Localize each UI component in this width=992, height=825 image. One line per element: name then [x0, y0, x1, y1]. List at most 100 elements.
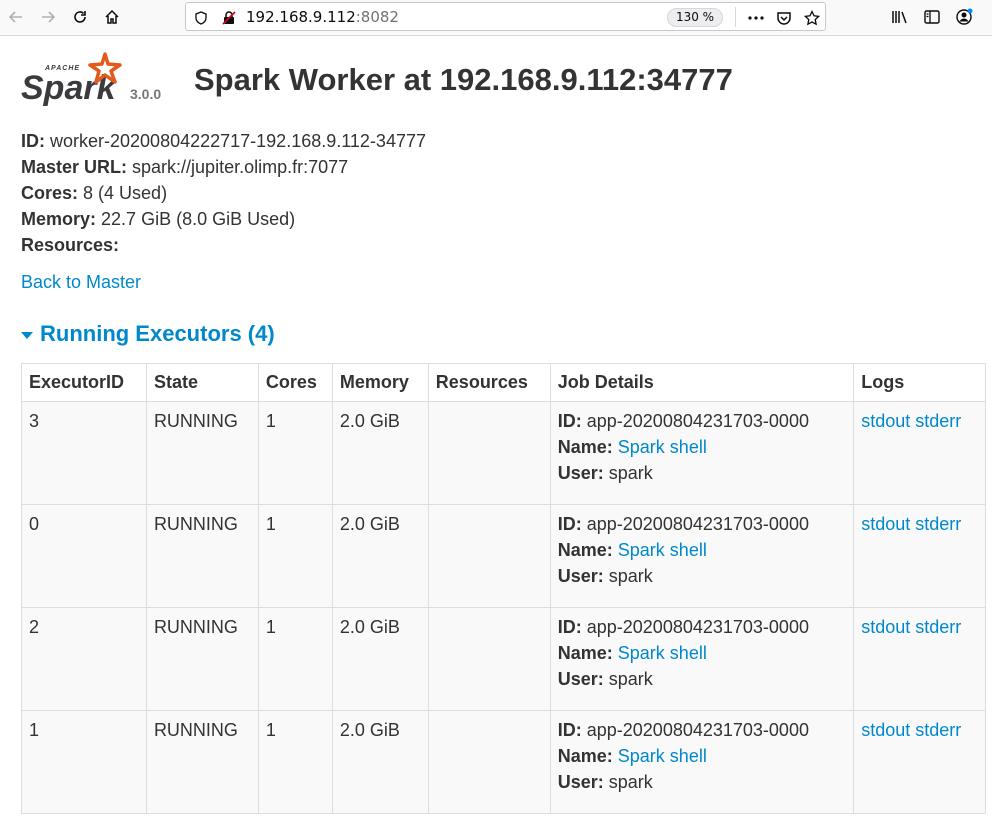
forward-icon[interactable] — [36, 5, 60, 29]
stderr-link[interactable]: stderr — [915, 617, 961, 637]
job-app-id: app-20200804231703-0000 — [586, 411, 809, 431]
column-header-memory[interactable]: Memory — [331, 363, 429, 402]
memory-label: Memory: — [21, 209, 97, 229]
executors-table-body: 3 RUNNING 1 2.0 GiB ID: app-20200804231703-0… — [21, 401, 986, 814]
job-app-id: app-20200804231703-0000 — [586, 720, 809, 740]
job-name-label: Name: — [557, 643, 613, 663]
app-name-link[interactable]: Spark shell — [618, 643, 707, 663]
job-name-line: Name: Spark shell — [558, 434, 846, 460]
worker-id-value: worker-20200804222717-192.168.9.112-3477… — [50, 131, 426, 151]
job-user-label: User: — [557, 463, 604, 483]
job-user-value: spark — [608, 463, 653, 483]
stderr-link[interactable]: stderr — [915, 411, 961, 431]
job-details-cell: ID: app-20200804231703-0000 Name: Spark s… — [549, 607, 855, 711]
table-row: 0 RUNNING 1 2.0 GiB ID: app-20200804231703-0… — [21, 504, 986, 608]
cores-cell: 1 — [257, 710, 333, 814]
memory-row: Memory: 22.7 GiB (8.0 GiB Used) — [21, 206, 426, 232]
running-executors-toggle[interactable]: Running Executors (4) — [21, 321, 275, 347]
job-user-label: User: — [557, 669, 604, 689]
master-url-value: spark://jupiter.olimp.fr:7077 — [132, 157, 349, 177]
resources-cell — [427, 607, 551, 711]
job-name-line: Name: Spark shell — [558, 743, 846, 769]
job-user-line: User: spark — [558, 460, 846, 486]
executor-id-cell: 2 — [21, 607, 147, 711]
executor-id-cell: 3 — [21, 401, 147, 505]
running-executors-heading: Running Executors (4) — [40, 321, 275, 346]
app-name-link[interactable]: Spark shell — [618, 540, 707, 560]
column-header-resources[interactable]: Resources — [427, 363, 551, 402]
spark-version: 3.0.0 — [130, 86, 162, 102]
cores-cell: 1 — [257, 607, 333, 711]
memory-cell: 2.0 GiB — [331, 710, 429, 814]
bookmark-star-icon[interactable] — [803, 9, 821, 27]
shield-icon[interactable] — [192, 9, 210, 27]
memory-cell: 2.0 GiB — [331, 607, 429, 711]
logs-cell: stdout stderr — [853, 504, 986, 608]
home-icon[interactable] — [100, 5, 124, 29]
stderr-link[interactable]: stderr — [915, 514, 961, 534]
job-name-label: Name: — [557, 540, 613, 560]
job-id-label: ID: — [557, 720, 582, 740]
job-details-cell: ID: app-20200804231703-0000 Name: Spark s… — [549, 710, 855, 814]
insecure-lock-icon[interactable] — [220, 9, 238, 27]
memory-cell: 2.0 GiB — [331, 504, 429, 608]
spark-logo[interactable]: APACHE Spark — [21, 52, 125, 107]
reload-icon[interactable] — [68, 5, 92, 29]
resources-label: Resources: — [21, 235, 120, 255]
stderr-link[interactable]: stderr — [915, 720, 961, 740]
back-to-master-link[interactable]: Back to Master — [21, 272, 141, 293]
column-header-cores[interactable]: Cores — [257, 363, 333, 402]
column-header-state[interactable]: State — [145, 363, 259, 402]
account-icon[interactable] — [952, 5, 976, 29]
library-icon[interactable] — [888, 5, 912, 29]
back-icon[interactable] — [4, 5, 28, 29]
browser-toolbar: 192.168.9.112:8082 130 % — [0, 0, 992, 36]
page-title: Spark Worker at 192.168.9.112:34777 — [194, 62, 733, 97]
app-name-link[interactable]: Spark shell — [618, 746, 707, 766]
master-url-row: Master URL: spark://jupiter.olimp.fr:707… — [21, 154, 426, 180]
executor-id-cell: 0 — [21, 504, 147, 608]
job-details-cell: ID: app-20200804231703-0000 Name: Spark s… — [549, 504, 855, 608]
resources-cell — [427, 401, 551, 505]
url-text[interactable]: 192.168.9.112:8082 — [246, 8, 399, 26]
job-app-id: app-20200804231703-0000 — [586, 514, 809, 534]
job-name-line: Name: Spark shell — [558, 640, 846, 666]
stdout-link[interactable]: stdout — [861, 411, 910, 431]
job-user-label: User: — [557, 566, 604, 586]
job-id-label: ID: — [557, 411, 582, 431]
job-name-label: Name: — [557, 746, 613, 766]
cores-cell: 1 — [257, 504, 333, 608]
memory-cell: 2.0 GiB — [331, 401, 429, 505]
logs-cell: stdout stderr — [853, 401, 986, 505]
logs-cell: stdout stderr — [853, 607, 986, 711]
executor-id-cell: 1 — [21, 710, 147, 814]
column-header-job-details[interactable]: Job Details — [549, 363, 855, 402]
cores-row: Cores: 8 (4 Used) — [21, 180, 426, 206]
zoom-badge[interactable]: 130 % — [667, 8, 723, 27]
table-row: 3 RUNNING 1 2.0 GiB ID: app-20200804231703-0… — [21, 401, 986, 505]
url-host: 192.168.9.112 — [246, 8, 356, 26]
stdout-link[interactable]: stdout — [861, 617, 910, 637]
resources-cell — [427, 504, 551, 608]
job-id-line: ID: app-20200804231703-0000 — [558, 511, 846, 537]
more-actions-icon[interactable] — [747, 9, 765, 27]
column-header-executor-id[interactable]: ExecutorID — [21, 363, 147, 402]
resources-row: Resources: — [21, 232, 426, 258]
table-row: 2 RUNNING 1 2.0 GiB ID: app-20200804231703-0… — [21, 607, 986, 711]
url-bar[interactable]: 192.168.9.112:8082 130 % — [185, 2, 826, 31]
sidebar-icon[interactable] — [920, 5, 944, 29]
stdout-link[interactable]: stdout — [861, 514, 910, 534]
worker-id-label: ID: — [21, 131, 45, 151]
pocket-icon[interactable] — [775, 9, 793, 27]
state-cell: RUNNING — [145, 607, 259, 711]
job-id-label: ID: — [557, 514, 582, 534]
collapse-arrow-icon — [21, 331, 33, 339]
job-details-cell: ID: app-20200804231703-0000 Name: Spark s… — [549, 401, 855, 505]
resources-cell — [427, 710, 551, 814]
job-id-label: ID: — [557, 617, 582, 637]
stdout-link[interactable]: stdout — [861, 720, 910, 740]
job-user-line: User: spark — [558, 563, 846, 589]
column-header-logs[interactable]: Logs — [853, 363, 986, 402]
app-name-link[interactable]: Spark shell — [618, 437, 707, 457]
url-port: :8082 — [355, 8, 399, 26]
